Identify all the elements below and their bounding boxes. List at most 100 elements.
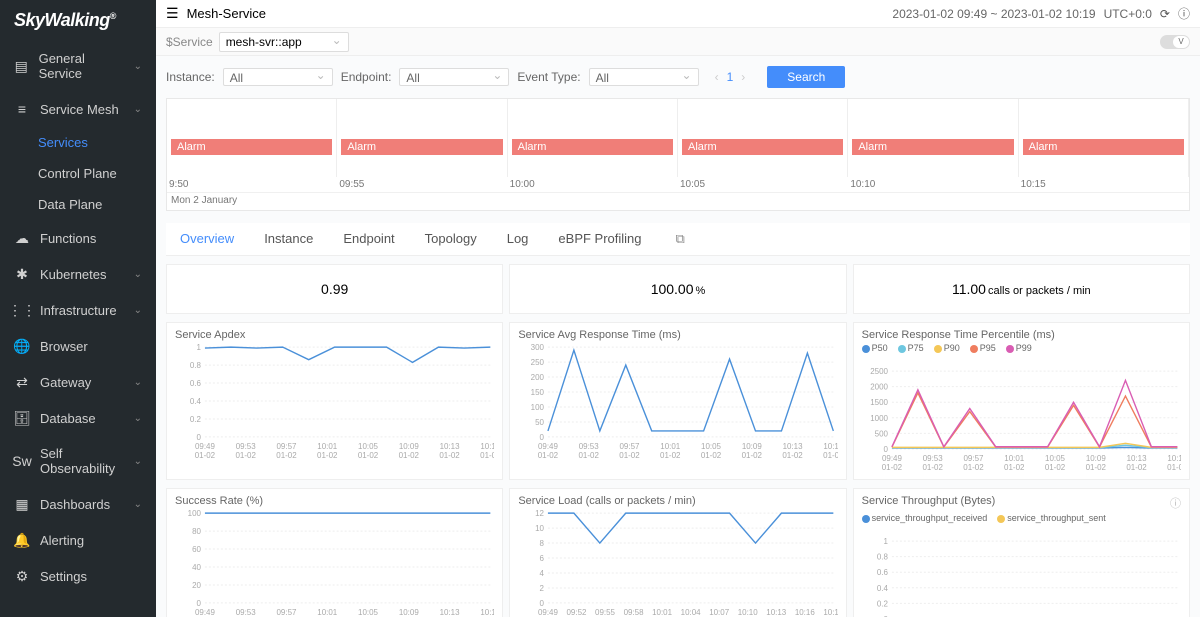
svg-text:09:49: 09:49 <box>195 608 216 617</box>
nav-settings[interactable]: ⚙Settings <box>0 558 156 594</box>
svg-text:10:01: 10:01 <box>661 442 682 451</box>
nav-self-observability[interactable]: SwSelf Observability⌄ <box>0 436 156 486</box>
chart-legend: service_throughput_receivedservice_throu… <box>862 513 1181 523</box>
next-page[interactable]: › <box>737 70 749 84</box>
nav-sub-services[interactable]: Services <box>0 127 156 158</box>
nav-label: Kubernetes <box>40 267 107 282</box>
svg-text:0.4: 0.4 <box>877 584 889 593</box>
svg-text:01-02: 01-02 <box>538 451 559 460</box>
chevron-down-icon: ⌄ <box>134 413 142 424</box>
svg-text:01-02: 01-02 <box>742 451 763 460</box>
tab-endpoint[interactable]: Endpoint <box>343 231 394 247</box>
service-label: $Service <box>166 35 213 49</box>
svg-text:01-02: 01-02 <box>579 451 600 460</box>
svg-text:01-02: 01-02 <box>480 451 494 460</box>
svg-text:0.4: 0.4 <box>190 397 202 406</box>
alarm-event[interactable]: Alarm <box>1023 139 1184 155</box>
svg-text:01-02: 01-02 <box>620 451 641 460</box>
chart-card: Success Rate (%)02040608010009:4901-0209… <box>166 488 503 617</box>
chart-svg: 02468101209:4901-0209:5201-0209:5501-020… <box>518 509 837 617</box>
svg-text:09:53: 09:53 <box>236 442 257 451</box>
alarm-event[interactable]: Alarm <box>512 139 673 155</box>
time-range[interactable]: 2023-01-02 09:49 ~ 2023-01-02 10:19 <box>892 7 1095 21</box>
timeline-lane: Alarm <box>1019 99 1189 177</box>
nav-service-mesh[interactable]: ≡Service Mesh⌄ <box>0 91 156 127</box>
nav-icon: ⚙ <box>14 568 30 584</box>
tab-ebpf-profiling[interactable]: eBPF Profiling <box>558 231 641 247</box>
edit-tabs-icon[interactable]: ⧉ <box>676 231 685 247</box>
nav-database[interactable]: 🗄Database⌄ <box>0 400 156 436</box>
nav-label: General Service <box>39 51 124 81</box>
instance-select[interactable]: All <box>223 68 333 86</box>
timeline-tick: 10:05 <box>678 179 848 190</box>
nav-gateway[interactable]: ⇄Gateway⌄ <box>0 364 156 400</box>
chevron-down-icon: ⌄ <box>134 61 142 72</box>
alarm-event[interactable]: Alarm <box>852 139 1013 155</box>
kpi-unit: calls or packets / min <box>988 285 1091 297</box>
svg-text:0: 0 <box>197 433 202 442</box>
content: Instance: All Endpoint: All Event Type: … <box>156 56 1200 617</box>
chart-title: Service Response Time Percentile (ms) <box>862 329 1055 341</box>
nav-browser[interactable]: 🌐Browser <box>0 328 156 364</box>
tab-overview[interactable]: Overview <box>180 231 234 247</box>
svg-text:01-02: 01-02 <box>1044 463 1065 472</box>
svg-text:100: 100 <box>531 403 545 412</box>
timezone: UTC+0:0 <box>1104 7 1152 21</box>
tab-log[interactable]: Log <box>507 231 529 247</box>
alarm-event[interactable]: Alarm <box>682 139 843 155</box>
nav-label: Browser <box>40 339 88 354</box>
svg-text:10:01: 10:01 <box>317 442 338 451</box>
info-icon[interactable]: ⓘ <box>1178 5 1190 22</box>
chevron-down-icon: ⌄ <box>134 377 142 388</box>
svg-text:01-02: 01-02 <box>701 451 722 460</box>
svg-text:01-02: 01-02 <box>823 451 837 460</box>
nav-alerting[interactable]: 🔔Alerting <box>0 522 156 558</box>
nav-icon: ▦ <box>14 496 30 512</box>
svg-text:10:05: 10:05 <box>701 442 722 451</box>
chart-title: Success Rate (%) <box>175 495 263 507</box>
menu-icon[interactable]: ☰ <box>166 5 179 22</box>
svg-text:10:13: 10:13 <box>440 608 461 617</box>
svg-text:01-02: 01-02 <box>236 451 257 460</box>
nav-kubernetes[interactable]: ✱Kubernetes⌄ <box>0 256 156 292</box>
refresh-icon[interactable]: ⟳ <box>1160 7 1170 21</box>
tab-instance[interactable]: Instance <box>264 231 313 247</box>
instance-label: Instance: <box>166 70 215 84</box>
kpi-value: 100.00 <box>651 281 694 297</box>
brand-logo: SkyWalking® <box>0 0 156 41</box>
nav-icon: Sw <box>14 453 30 469</box>
view-toggle[interactable]: V <box>1160 35 1190 49</box>
svg-text:10:04: 10:04 <box>681 608 702 617</box>
alarm-event[interactable]: Alarm <box>341 139 502 155</box>
nav-icon: ⋮⋮ <box>14 302 30 318</box>
nav-functions[interactable]: ☁Functions <box>0 220 156 256</box>
svg-text:150: 150 <box>531 388 545 397</box>
svg-text:40: 40 <box>192 563 201 572</box>
nav-icon: ⇄ <box>14 374 30 390</box>
chart-info-icon[interactable]: ⓘ <box>1170 495 1181 511</box>
nav-sub-control-plane[interactable]: Control Plane <box>0 158 156 189</box>
svg-text:01-02: 01-02 <box>881 463 902 472</box>
page-number[interactable]: 1 <box>727 70 734 84</box>
alarm-event[interactable]: Alarm <box>171 139 332 155</box>
svg-text:01-02: 01-02 <box>1126 463 1147 472</box>
search-button[interactable]: Search <box>767 66 845 88</box>
nav-dashboards[interactable]: ▦Dashboards⌄ <box>0 486 156 522</box>
tabs: Overview Instance Endpoint Topology Log eBPF … <box>166 223 1190 256</box>
event-type-label: Event Type: <box>517 70 580 84</box>
svg-text:01-02: 01-02 <box>276 451 297 460</box>
svg-text:01-02: 01-02 <box>1004 463 1025 472</box>
nav-sub-data-plane[interactable]: Data Plane <box>0 189 156 220</box>
svg-text:500: 500 <box>874 429 888 438</box>
tab-topology[interactable]: Topology <box>425 231 477 247</box>
prev-page[interactable]: ‹ <box>711 70 723 84</box>
nav-infrastructure[interactable]: ⋮⋮Infrastructure⌄ <box>0 292 156 328</box>
nav-label: Dashboards <box>40 497 110 512</box>
service-select[interactable]: mesh-svr::app <box>219 32 349 52</box>
endpoint-select[interactable]: All <box>399 68 509 86</box>
svg-text:09:57: 09:57 <box>277 608 298 617</box>
event-type-select[interactable]: All <box>589 68 699 86</box>
svg-text:09:57: 09:57 <box>620 442 641 451</box>
nav-general-service[interactable]: ▤General Service⌄ <box>0 41 156 91</box>
svg-text:0: 0 <box>883 445 888 454</box>
